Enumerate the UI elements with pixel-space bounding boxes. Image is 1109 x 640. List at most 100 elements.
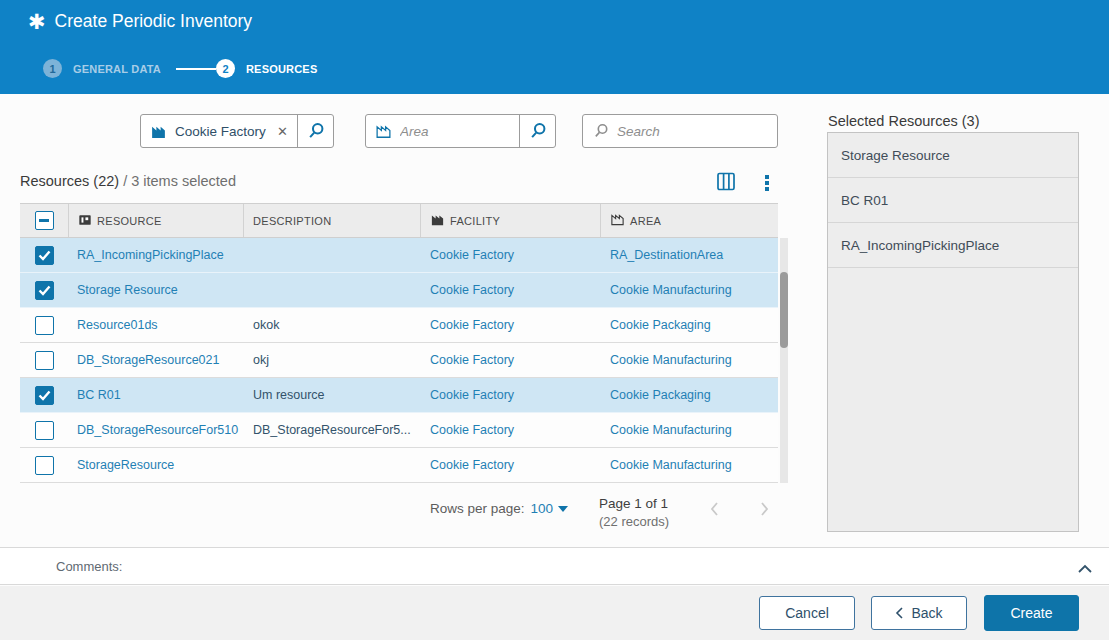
scrollbar-thumb[interactable] (780, 272, 788, 348)
factory-icon (430, 212, 445, 229)
table-row[interactable]: Resource01dsokokCookie FactoryCookie Pac… (20, 308, 778, 343)
row-checkbox[interactable] (35, 351, 54, 370)
table-row[interactable]: StorageResource Cookie FactoryCookie Manu… (20, 448, 778, 483)
chevron-up-icon[interactable] (1077, 560, 1093, 578)
next-page-icon[interactable] (757, 501, 771, 521)
area-filter-input[interactable]: Area (400, 124, 519, 139)
create-periodic-inventory-dialog: ✱ Create Periodic Inventory 1 GENERAL DA… (0, 0, 1109, 640)
dialog-header: ✱ Create Periodic Inventory 1 GENERAL DA… (0, 0, 1109, 94)
cell-area: Cookie Packaging (600, 308, 778, 342)
column-header-description[interactable]: DESCRIPTION (243, 204, 420, 237)
cell-facility: Cookie Factory (420, 308, 600, 342)
resources-count: Resources (22) (20, 173, 119, 189)
create-button[interactable]: Create (984, 595, 1079, 631)
step-connector (176, 68, 216, 70)
chevron-down-icon[interactable] (558, 506, 568, 512)
table-row[interactable]: RA_IncomingPickingPlace Cookie FactoryRA_… (20, 238, 778, 273)
cell-description: okj (243, 343, 420, 377)
cell-resource[interactable]: RA_IncomingPickingPlace (68, 238, 243, 272)
cell-area: Cookie Manufacturing (600, 273, 778, 307)
column-settings-icon[interactable] (716, 172, 736, 195)
cell-resource[interactable]: Storage Resource (68, 273, 243, 307)
clear-filter-icon[interactable]: ✕ (277, 124, 288, 139)
area-search-button[interactable] (520, 115, 555, 147)
selected-resource-item[interactable]: RA_IncomingPickingPlace (828, 223, 1078, 268)
resource-icon (78, 213, 92, 229)
cell-facility: Cookie Factory (420, 448, 600, 482)
row-checkbox[interactable] (35, 281, 54, 300)
facility-search-button[interactable] (298, 115, 333, 147)
comments-label: Comments: (56, 559, 122, 574)
column-header-area[interactable]: AREA (600, 204, 778, 237)
row-checkbox[interactable] (35, 316, 54, 335)
cell-facility: Cookie Factory (420, 343, 600, 377)
cell-facility: Cookie Factory (420, 413, 600, 447)
row-checkbox[interactable] (35, 246, 54, 265)
asterisk-icon: ✱ (28, 11, 46, 32)
table-header-row: RESOURCE DESCRIPTION FACILITY AREA (20, 203, 778, 238)
cell-facility: Cookie Factory (420, 238, 600, 272)
facility-filter[interactable]: Cookie Factory ✕ (140, 114, 334, 148)
wizard-steps: 1 GENERAL DATA 2 RESOURCES (43, 59, 317, 78)
column-header-facility[interactable]: FACILITY (420, 204, 600, 237)
step-resources[interactable]: 2 RESOURCES (216, 59, 317, 78)
select-all-checkbox[interactable] (35, 211, 54, 230)
factory-outline-icon (610, 212, 625, 229)
cell-area: Cookie Manufacturing (600, 448, 778, 482)
cell-area: RA_DestinationArea (600, 238, 778, 272)
table-row[interactable]: DB_StorageResource021okjCookie FactoryCo… (20, 343, 778, 378)
rows-per-page[interactable]: Rows per page: 100 (430, 501, 568, 516)
page-title: Create Periodic Inventory (55, 11, 252, 32)
cell-description (243, 273, 420, 307)
comments-bar: Comments: (0, 547, 1109, 585)
column-header-resource[interactable]: RESOURCE (68, 204, 243, 237)
selected-resource-item[interactable]: Storage Resource (828, 133, 1078, 178)
table-title: Resources (22) / 3 items selected (20, 173, 236, 189)
cell-area: Cookie Manufacturing (600, 413, 778, 447)
selected-resource-item[interactable]: BC R01 (828, 178, 1078, 223)
table-row[interactable]: Storage Resource Cookie FactoryCookie Man… (20, 273, 778, 308)
facility-filter-value: Cookie Factory (175, 124, 277, 139)
cell-description (243, 448, 420, 482)
cell-area: Cookie Packaging (600, 378, 778, 412)
cell-resource[interactable]: StorageResource (68, 448, 243, 482)
rows-per-page-value[interactable]: 100 (531, 501, 554, 516)
items-selected-label: / 3 items selected (123, 173, 236, 189)
factory-outline-icon (375, 123, 392, 140)
area-filter[interactable]: Area (365, 114, 556, 148)
records-label: (22 records) (599, 513, 669, 531)
table-scrollbar[interactable] (780, 238, 788, 483)
page-label: Page 1 of 1 (599, 495, 669, 513)
cell-resource[interactable]: BC R01 (68, 378, 243, 412)
dialog-footer: Cancel Back Create (0, 586, 1109, 640)
row-checkbox[interactable] (35, 456, 54, 475)
cell-description: DB_StorageResourceFor5... (243, 413, 420, 447)
cell-resource[interactable]: DB_StorageResourceFor510 (68, 413, 243, 447)
cell-description: Um resource (243, 378, 420, 412)
factory-icon (150, 123, 167, 140)
table-row[interactable]: DB_StorageResourceFor510DB_StorageResour… (20, 413, 778, 448)
page-info: Page 1 of 1 (22 records) (599, 495, 669, 531)
cell-description (243, 238, 420, 272)
back-button[interactable]: Back (871, 596, 967, 630)
cell-area: Cookie Manufacturing (600, 343, 778, 377)
selected-resources-title: Selected Resources (3) (828, 113, 980, 129)
selected-resources-panel: Storage ResourceBC R01RA_IncomingPicking… (827, 132, 1079, 532)
kebab-menu-icon[interactable] (763, 173, 771, 193)
cell-facility: Cookie Factory (420, 273, 600, 307)
row-checkbox[interactable] (35, 386, 54, 405)
search-filter[interactable]: Search (582, 114, 778, 148)
cancel-button[interactable]: Cancel (759, 596, 855, 630)
table-row[interactable]: BC R01Um resourceCookie FactoryCookie Pa… (20, 378, 778, 413)
chevron-left-icon (895, 607, 904, 619)
resources-table: RESOURCE DESCRIPTION FACILITY AREA RA_In… (20, 203, 778, 483)
cell-facility: Cookie Factory (420, 378, 600, 412)
magnifier-icon (593, 123, 609, 139)
previous-page-icon[interactable] (708, 501, 722, 521)
step-general-data[interactable]: 1 GENERAL DATA (43, 59, 161, 78)
row-checkbox[interactable] (35, 421, 54, 440)
search-input[interactable]: Search (617, 124, 777, 139)
cell-description: okok (243, 308, 420, 342)
cell-resource[interactable]: Resource01ds (68, 308, 243, 342)
cell-resource[interactable]: DB_StorageResource021 (68, 343, 243, 377)
